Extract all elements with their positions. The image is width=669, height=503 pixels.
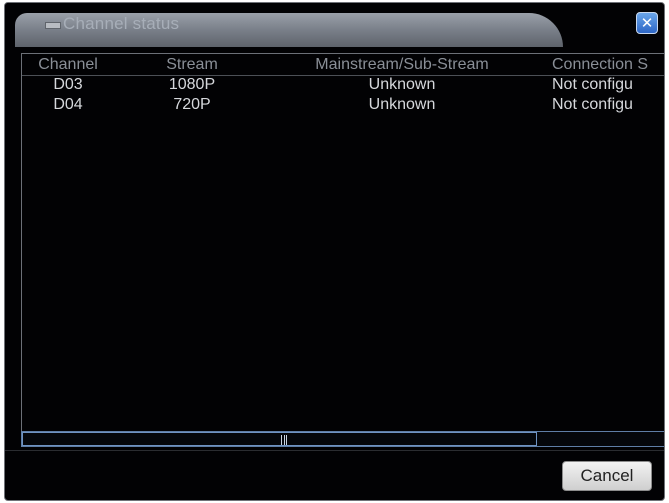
horizontal-scrollbar[interactable] xyxy=(21,431,664,447)
table-header: Channel Stream Mainstream/Sub-Stream Con… xyxy=(22,54,664,76)
column-header-stream[interactable]: Stream xyxy=(142,56,242,74)
channel-status-dialog: Channel status ✕ Channel Stream Mainstre… xyxy=(4,2,665,501)
footer-divider xyxy=(5,450,664,451)
column-header-channel[interactable]: Channel xyxy=(26,56,110,74)
window-icon xyxy=(45,22,61,29)
column-header-mainstream-substream[interactable]: Mainstream/Sub-Stream xyxy=(282,56,522,74)
close-button[interactable]: ✕ xyxy=(636,12,658,34)
cell-stream: 1080P xyxy=(168,76,216,93)
cell-mainstream-substream: Unknown xyxy=(368,96,436,113)
channel-table: Channel Stream Mainstream/Sub-Stream Con… xyxy=(21,53,664,446)
dialog-title: Channel status xyxy=(63,14,180,33)
cell-connection-status: Not configu xyxy=(552,76,633,93)
table-row[interactable]: D03 1080P Unknown Not configu xyxy=(22,76,664,96)
cancel-button[interactable]: Cancel xyxy=(562,461,652,491)
table-row[interactable]: D04 720P Unknown Not configu xyxy=(22,96,664,116)
column-header-connection-status[interactable]: Connection S xyxy=(552,56,664,74)
cell-channel: D04 xyxy=(53,96,83,113)
title-bar: Channel status ✕ xyxy=(5,3,664,47)
scrollbar-thumb[interactable] xyxy=(22,432,537,446)
close-icon: ✕ xyxy=(640,14,654,32)
scroll-grip-icon xyxy=(281,435,287,445)
cell-mainstream-substream: Unknown xyxy=(368,76,436,93)
cell-channel: D03 xyxy=(53,76,83,93)
cell-connection-status: Not configu xyxy=(552,96,633,113)
cell-stream: 720P xyxy=(173,96,211,113)
